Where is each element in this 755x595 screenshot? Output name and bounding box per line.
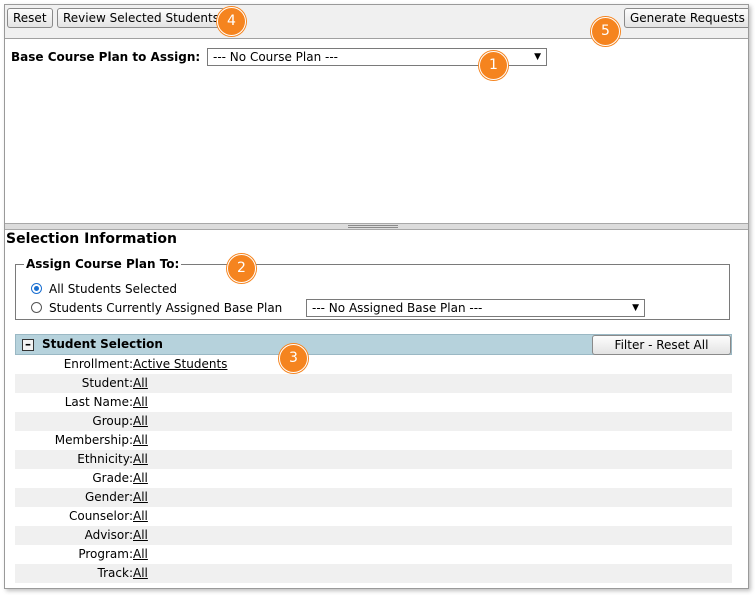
radio-option-all-students[interactable]: All Students Selected [31,282,177,296]
filter-link-track[interactable]: All [133,566,148,580]
toolbar: Reset Review Selected Students Generate … [5,5,748,46]
course-plan-window: Reset Review Selected Students Generate … [4,4,749,589]
filter-row-ethnicity: Ethnicity:All [15,450,732,469]
filter-link-enrollment[interactable]: Active Students [133,357,227,371]
chevron-down-icon: ▼ [632,303,639,313]
filter-link-gender[interactable]: All [133,490,148,504]
filter-label: Gender: [84,490,133,504]
selection-information-title: Selection Information [6,231,178,247]
filter-label: Last Name: [64,395,133,409]
filter-label: Student: [81,376,133,390]
student-selection-title: Student Selection [42,337,163,351]
filter-label: Advisor: [84,528,133,542]
filter-link-ethnicity[interactable]: All [133,452,148,466]
filter-row-advisor: Advisor:All [15,526,732,545]
student-selection-header: – Student Selection Filter - Reset All [15,334,732,355]
filter-label: Membership: [54,433,133,447]
splitter-grip-icon [348,225,398,228]
filter-link-last-name[interactable]: All [133,395,148,409]
radio-all-students-label: All Students Selected [49,282,178,296]
filter-label: Counselor: [68,509,133,523]
pane-splitter[interactable] [5,223,748,230]
filter-row-membership: Membership:All [15,431,732,450]
filter-label: Grade: [92,471,133,485]
filter-link-membership[interactable]: All [133,433,148,447]
filter-row-gender: Gender:All [15,488,732,507]
assigned-base-plan-select[interactable]: --- No Assigned Base Plan --- ▼ [306,299,645,317]
radio-base-plan-label: Students Currently Assigned Base Plan [49,301,283,315]
filter-label: Group: [92,414,133,428]
collapse-icon[interactable]: – [22,338,34,351]
filter-link-counselor[interactable]: All [133,509,148,523]
filter-row-last-name: Last Name:All [15,393,732,412]
filter-row-student: Student:All [15,374,732,393]
filter-row-program: Program:All [15,545,732,564]
base-plan-area: Base Course Plan to Assign: --- No Cours… [5,39,748,223]
assign-course-plan-group: Assign Course Plan To: All Students Sele… [15,257,730,320]
filter-row-enrollment: Enrollment:Active Students [15,355,732,374]
filter-label: Program: [78,547,133,561]
filter-link-group[interactable]: All [133,414,148,428]
chevron-down-icon: ▼ [534,52,541,62]
filter-row-counselor: Counselor:All [15,507,732,526]
callout-badge-1: 1 [479,51,508,80]
callout-badge-2: 2 [227,254,256,283]
filter-row-group: Group:All [15,412,732,431]
base-course-plan-value: --- No Course Plan --- [213,50,338,64]
generate-requests-button[interactable]: Generate Requests [624,8,748,28]
callout-badge-4: 4 [217,7,246,36]
filter-link-program[interactable]: All [133,547,148,561]
filter-row-track: Track:All [15,564,732,583]
base-plan-label: Base Course Plan to Assign: [11,50,201,64]
assign-course-plan-legend: Assign Course Plan To: [26,257,180,271]
assigned-base-plan-value: --- No Assigned Base Plan --- [312,301,483,315]
filter-label: Enrollment: [63,357,133,371]
filter-label: Ethnicity: [77,452,133,466]
filter-label: Track: [97,566,133,580]
filter-reset-all-button[interactable]: Filter - Reset All [592,335,731,355]
filter-link-student[interactable]: All [133,376,148,390]
radio-unchecked-icon[interactable] [31,302,42,313]
filter-row-grade: Grade:All [15,469,732,488]
filter-link-advisor[interactable]: All [133,528,148,542]
student-selection-filters: Enrollment:Active Students Student:All L… [15,355,732,583]
radio-checked-icon[interactable] [31,283,42,294]
review-selected-students-button[interactable]: Review Selected Students [57,8,225,28]
filter-link-grade[interactable]: All [133,471,148,485]
radio-option-base-plan[interactable]: Students Currently Assigned Base Plan [31,301,282,315]
reset-button[interactable]: Reset [7,8,53,28]
